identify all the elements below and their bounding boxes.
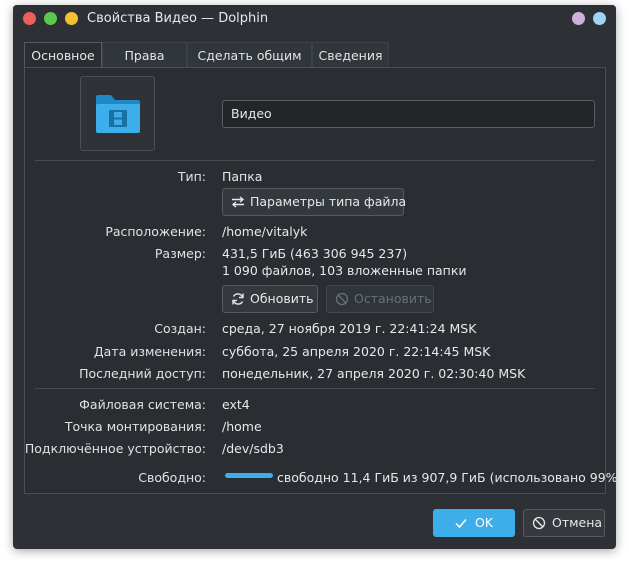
device-label: Подключённое устройство: bbox=[24, 441, 206, 456]
cancel-label: Отмена bbox=[552, 515, 603, 530]
filesystem-label: Файловая система: bbox=[79, 397, 206, 412]
size-value: 431,5 ГиБ (463 306 945 237) bbox=[222, 246, 408, 261]
mount-point-value: /home bbox=[222, 419, 262, 434]
created-label: Создан: bbox=[154, 321, 206, 336]
folder-icon-button[interactable] bbox=[80, 76, 155, 151]
cancel-icon bbox=[532, 516, 546, 530]
type-label: Тип: bbox=[177, 169, 206, 184]
size-label: Размер: bbox=[154, 246, 206, 261]
free-space-value: свободно 11,4 ГиБ из 907,9 ГиБ (использо… bbox=[277, 470, 616, 485]
tab-details[interactable]: Сведения bbox=[312, 42, 389, 68]
maximize-window-button[interactable] bbox=[44, 12, 57, 25]
mount-point-label: Точка монтирования: bbox=[64, 419, 206, 434]
properties-dialog: Свойства Видео — Dolphin Основное Права … bbox=[13, 5, 616, 549]
refresh-label: Обновить bbox=[250, 291, 314, 306]
divider bbox=[35, 160, 595, 161]
stop-label: Остановить bbox=[354, 291, 432, 306]
modified-value: суббота, 25 апреля 2020 г. 22:14:45 MSK bbox=[222, 344, 491, 359]
location-label: Расположение: bbox=[105, 224, 206, 239]
name-input[interactable]: Видео bbox=[222, 100, 595, 128]
size-detail: 1 090 файлов, 103 вложенные папки bbox=[222, 263, 467, 278]
file-type-options-button[interactable]: Параметры типа файла bbox=[222, 188, 407, 216]
location-value: /home/vitalyk bbox=[222, 224, 308, 239]
type-value: Папка bbox=[222, 169, 263, 184]
divider bbox=[35, 388, 595, 389]
free-space-label: Свободно: bbox=[138, 470, 206, 485]
refresh-button[interactable]: Обновить bbox=[222, 285, 318, 313]
accessed-label: Последний доступ: bbox=[79, 366, 206, 381]
device-value: /dev/sdb3 bbox=[222, 441, 284, 456]
created-value: среда, 27 ноября 2019 г. 22:41:24 MSK bbox=[222, 321, 477, 336]
tab-permissions[interactable]: Права bbox=[102, 42, 187, 68]
ok-button[interactable]: OK bbox=[433, 509, 515, 537]
close-window-button[interactable] bbox=[23, 12, 36, 25]
modified-label: Дата изменения: bbox=[93, 344, 206, 359]
file-type-options-label: Параметры типа файла bbox=[250, 194, 407, 209]
accessed-value: понедельник, 27 апреля 2020 г. 02:30:40 … bbox=[222, 366, 526, 381]
filesystem-value: ext4 bbox=[222, 397, 250, 412]
ok-label: OK bbox=[475, 515, 494, 530]
help-button[interactable] bbox=[593, 12, 606, 25]
cancel-button[interactable]: Отмена bbox=[523, 509, 605, 537]
titlebar: Свойства Видео — Dolphin bbox=[13, 5, 616, 33]
check-icon bbox=[455, 519, 467, 529]
options-icon bbox=[231, 196, 245, 208]
tab-share[interactable]: Сделать общим bbox=[187, 42, 312, 68]
stop-icon bbox=[335, 292, 349, 306]
tab-general[interactable]: Основное bbox=[24, 42, 102, 69]
window-title: Свойства Видео — Dolphin bbox=[87, 11, 269, 26]
keep-above-button[interactable] bbox=[572, 12, 585, 25]
folder-video-icon bbox=[96, 95, 140, 133]
stop-button[interactable]: Остановить bbox=[326, 285, 434, 313]
minimize-window-button[interactable] bbox=[65, 12, 78, 25]
disk-usage-bar bbox=[225, 473, 273, 478]
refresh-icon bbox=[232, 293, 244, 305]
